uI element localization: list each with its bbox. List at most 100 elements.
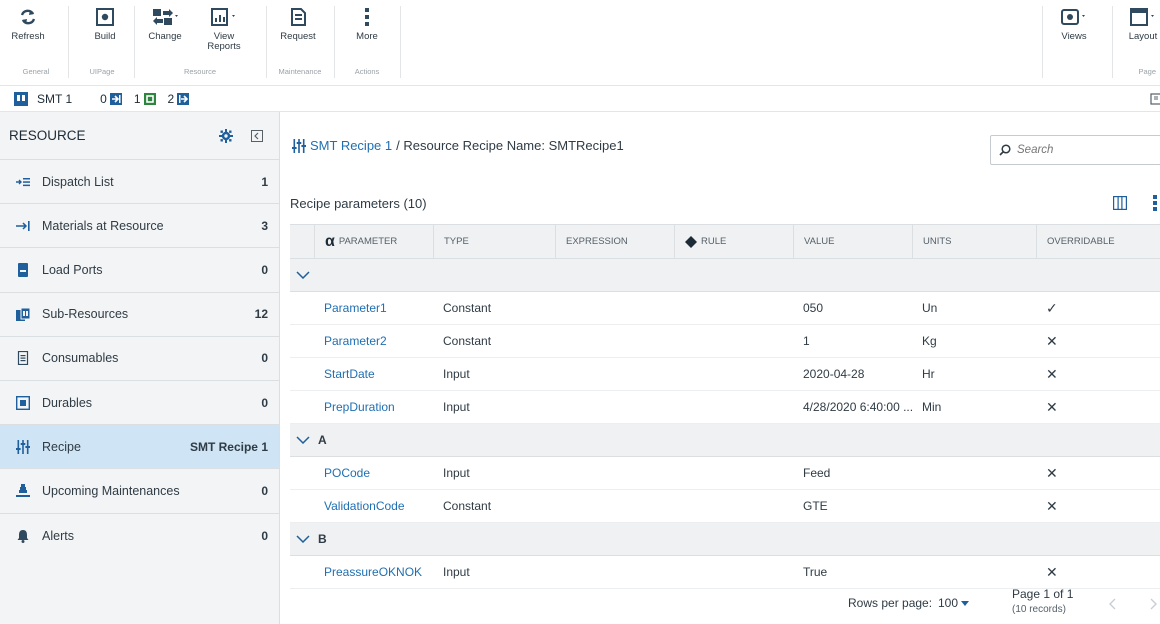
materials-icon [16, 220, 30, 232]
sidebar-item-count: 0 [261, 262, 268, 277]
resource-strip: SMT 1 0 1 2 [0, 86, 1160, 112]
group-row[interactable] [290, 259, 1160, 292]
group-separator [334, 6, 335, 78]
table-row[interactable]: StartDate Input 2020-04-28 Hr ✕ [290, 358, 1160, 391]
state-count-process: 1 [133, 91, 141, 106]
sidebar-item-materials[interactable]: Materials at Resource 3 [0, 204, 279, 249]
sidebar-item-count: 12 [254, 307, 268, 322]
group-separator [266, 6, 267, 78]
gear-icon[interactable] [219, 129, 233, 143]
table-row[interactable]: PreassureOKNOK Input True ✕ [290, 556, 1160, 589]
sidebar-item-label: Recipe [42, 439, 81, 454]
group-name: A [318, 433, 327, 447]
next-page-icon[interactable] [1150, 598, 1158, 610]
rule-diamond-icon [685, 235, 697, 248]
rows-per-page-select[interactable]: 100 [938, 596, 970, 610]
records-count: (10 records) [1012, 604, 1066, 615]
refresh-button[interactable]: Refresh [10, 6, 46, 42]
group-label-general: General [22, 67, 50, 76]
load-ports-icon [16, 262, 30, 277]
column-header-units[interactable]: UNITS [912, 225, 1036, 258]
more-button[interactable]: More [350, 6, 384, 42]
parameter-link[interactable]: Parameter2 [314, 334, 433, 348]
sidebar-item-alerts[interactable]: Alerts 0 [0, 514, 279, 558]
collapse-panel-icon[interactable] [251, 130, 263, 142]
table-more-icon[interactable] [1152, 195, 1158, 211]
type-cell: Input [443, 565, 470, 579]
state-out-icon[interactable] [177, 92, 190, 105]
sidebar-title: RESOURCE [9, 128, 86, 143]
column-header-parameter[interactable]: α PARAMETER [314, 225, 433, 258]
breadcrumb-detail: / Resource Recipe Name: SMTRecipe1 [396, 138, 624, 153]
request-icon [291, 8, 306, 26]
prev-page-icon[interactable] [1108, 598, 1116, 610]
sidebar-item-upcoming-maintenances[interactable]: Upcoming Maintenances 0 [0, 469, 279, 514]
parameter-link[interactable]: StartDate [314, 367, 433, 381]
sidebar-item-label: Load Ports [42, 262, 103, 277]
sidebar-item-durables[interactable]: Durables 0 [0, 381, 279, 426]
parameter-link[interactable]: POCode [314, 466, 433, 480]
column-header-expression[interactable]: EXPRESSION [555, 225, 674, 258]
sidebar-item-recipe[interactable]: Recipe SMT Recipe 1 [0, 425, 279, 470]
expand-icon[interactable] [1150, 93, 1160, 105]
search-box[interactable] [990, 135, 1160, 165]
parameter-link[interactable]: PrepDuration [314, 400, 433, 414]
refresh-label: Refresh [11, 31, 45, 42]
sidebar-item-count: 0 [261, 483, 268, 498]
group-separator [1112, 6, 1113, 78]
more-icon [365, 8, 369, 26]
request-button[interactable]: Request [278, 6, 318, 42]
view-reports-button[interactable]: View Reports [203, 6, 245, 52]
sidebar-item-count: 0 [261, 395, 268, 410]
overridable-cross-icon: ✕ [1046, 497, 1058, 514]
value-cell: GTE [803, 499, 828, 513]
group-label-resource: Resource [183, 67, 217, 76]
dispatch-list-icon [16, 176, 30, 188]
sidebar-item-dispatch-list[interactable]: Dispatch List 1 [0, 160, 279, 205]
breadcrumb-recipe-link[interactable]: SMT Recipe 1 [310, 138, 392, 153]
build-button[interactable]: Build [88, 6, 122, 42]
sub-resources-icon [16, 307, 30, 321]
state-in-icon[interactable] [109, 92, 122, 105]
table-header: α PARAMETER TYPE EXPRESSION RULE VALUE U… [290, 224, 1160, 259]
change-button[interactable]: Change [144, 6, 186, 42]
group-label-page: Page [1138, 67, 1156, 76]
sidebar-item-count: 3 [261, 218, 268, 233]
columns-icon[interactable] [1113, 196, 1127, 210]
column-header-overridable[interactable]: OVERRIDABLE [1036, 225, 1160, 258]
group-separator [1042, 6, 1043, 78]
ribbon-toolbar: Refresh Build Change View Reports Reques… [0, 0, 1160, 86]
table-row[interactable]: POCode Input Feed ✕ [290, 457, 1160, 490]
table-row[interactable]: Parameter1 Constant 050 Un ✓ [290, 292, 1160, 325]
maintenance-icon [16, 483, 30, 498]
views-button[interactable]: Views [1055, 6, 1093, 42]
parameter-link[interactable]: PreassureOKNOK [314, 565, 433, 579]
alerts-icon [16, 529, 30, 543]
sidebar-item-sub-resources[interactable]: Sub-Resources 12 [0, 293, 279, 337]
type-cell: Input [443, 400, 470, 414]
parameter-link[interactable]: ValidationCode [314, 499, 433, 513]
table-row[interactable]: Parameter2 Constant 1 Kg ✕ [290, 325, 1160, 358]
search-input[interactable] [1017, 144, 1137, 156]
column-header-type[interactable]: TYPE [433, 225, 555, 258]
table-title: Recipe parameters (10) [290, 196, 427, 211]
resource-name[interactable]: SMT 1 [37, 92, 72, 106]
state-process-icon[interactable] [143, 92, 156, 105]
parameter-link[interactable]: Parameter1 [314, 301, 433, 315]
chevron-down-icon [296, 271, 310, 279]
views-icon [1061, 9, 1085, 25]
table-row[interactable]: PrepDuration Input 4/28/2020 6:40:00 ...… [290, 391, 1160, 424]
value-cell: 1 [803, 334, 810, 348]
layout-button[interactable]: Layout [1126, 6, 1160, 42]
column-header-rule[interactable]: RULE [674, 225, 793, 258]
units-cell: Kg [922, 334, 937, 348]
group-row[interactable]: B [290, 523, 1160, 556]
breadcrumb: SMT Recipe 1 / Resource Recipe Name: SMT… [292, 138, 624, 153]
sidebar-item-consumables[interactable]: Consumables 0 [0, 337, 279, 381]
group-row[interactable]: A [290, 424, 1160, 457]
overridable-cross-icon: ✕ [1046, 398, 1058, 415]
type-cell: Constant [443, 334, 492, 348]
column-header-value[interactable]: VALUE [793, 225, 912, 258]
table-row[interactable]: ValidationCode Constant GTE ✕ [290, 490, 1160, 523]
sidebar-item-load-ports[interactable]: Load Ports 0 [0, 248, 279, 293]
